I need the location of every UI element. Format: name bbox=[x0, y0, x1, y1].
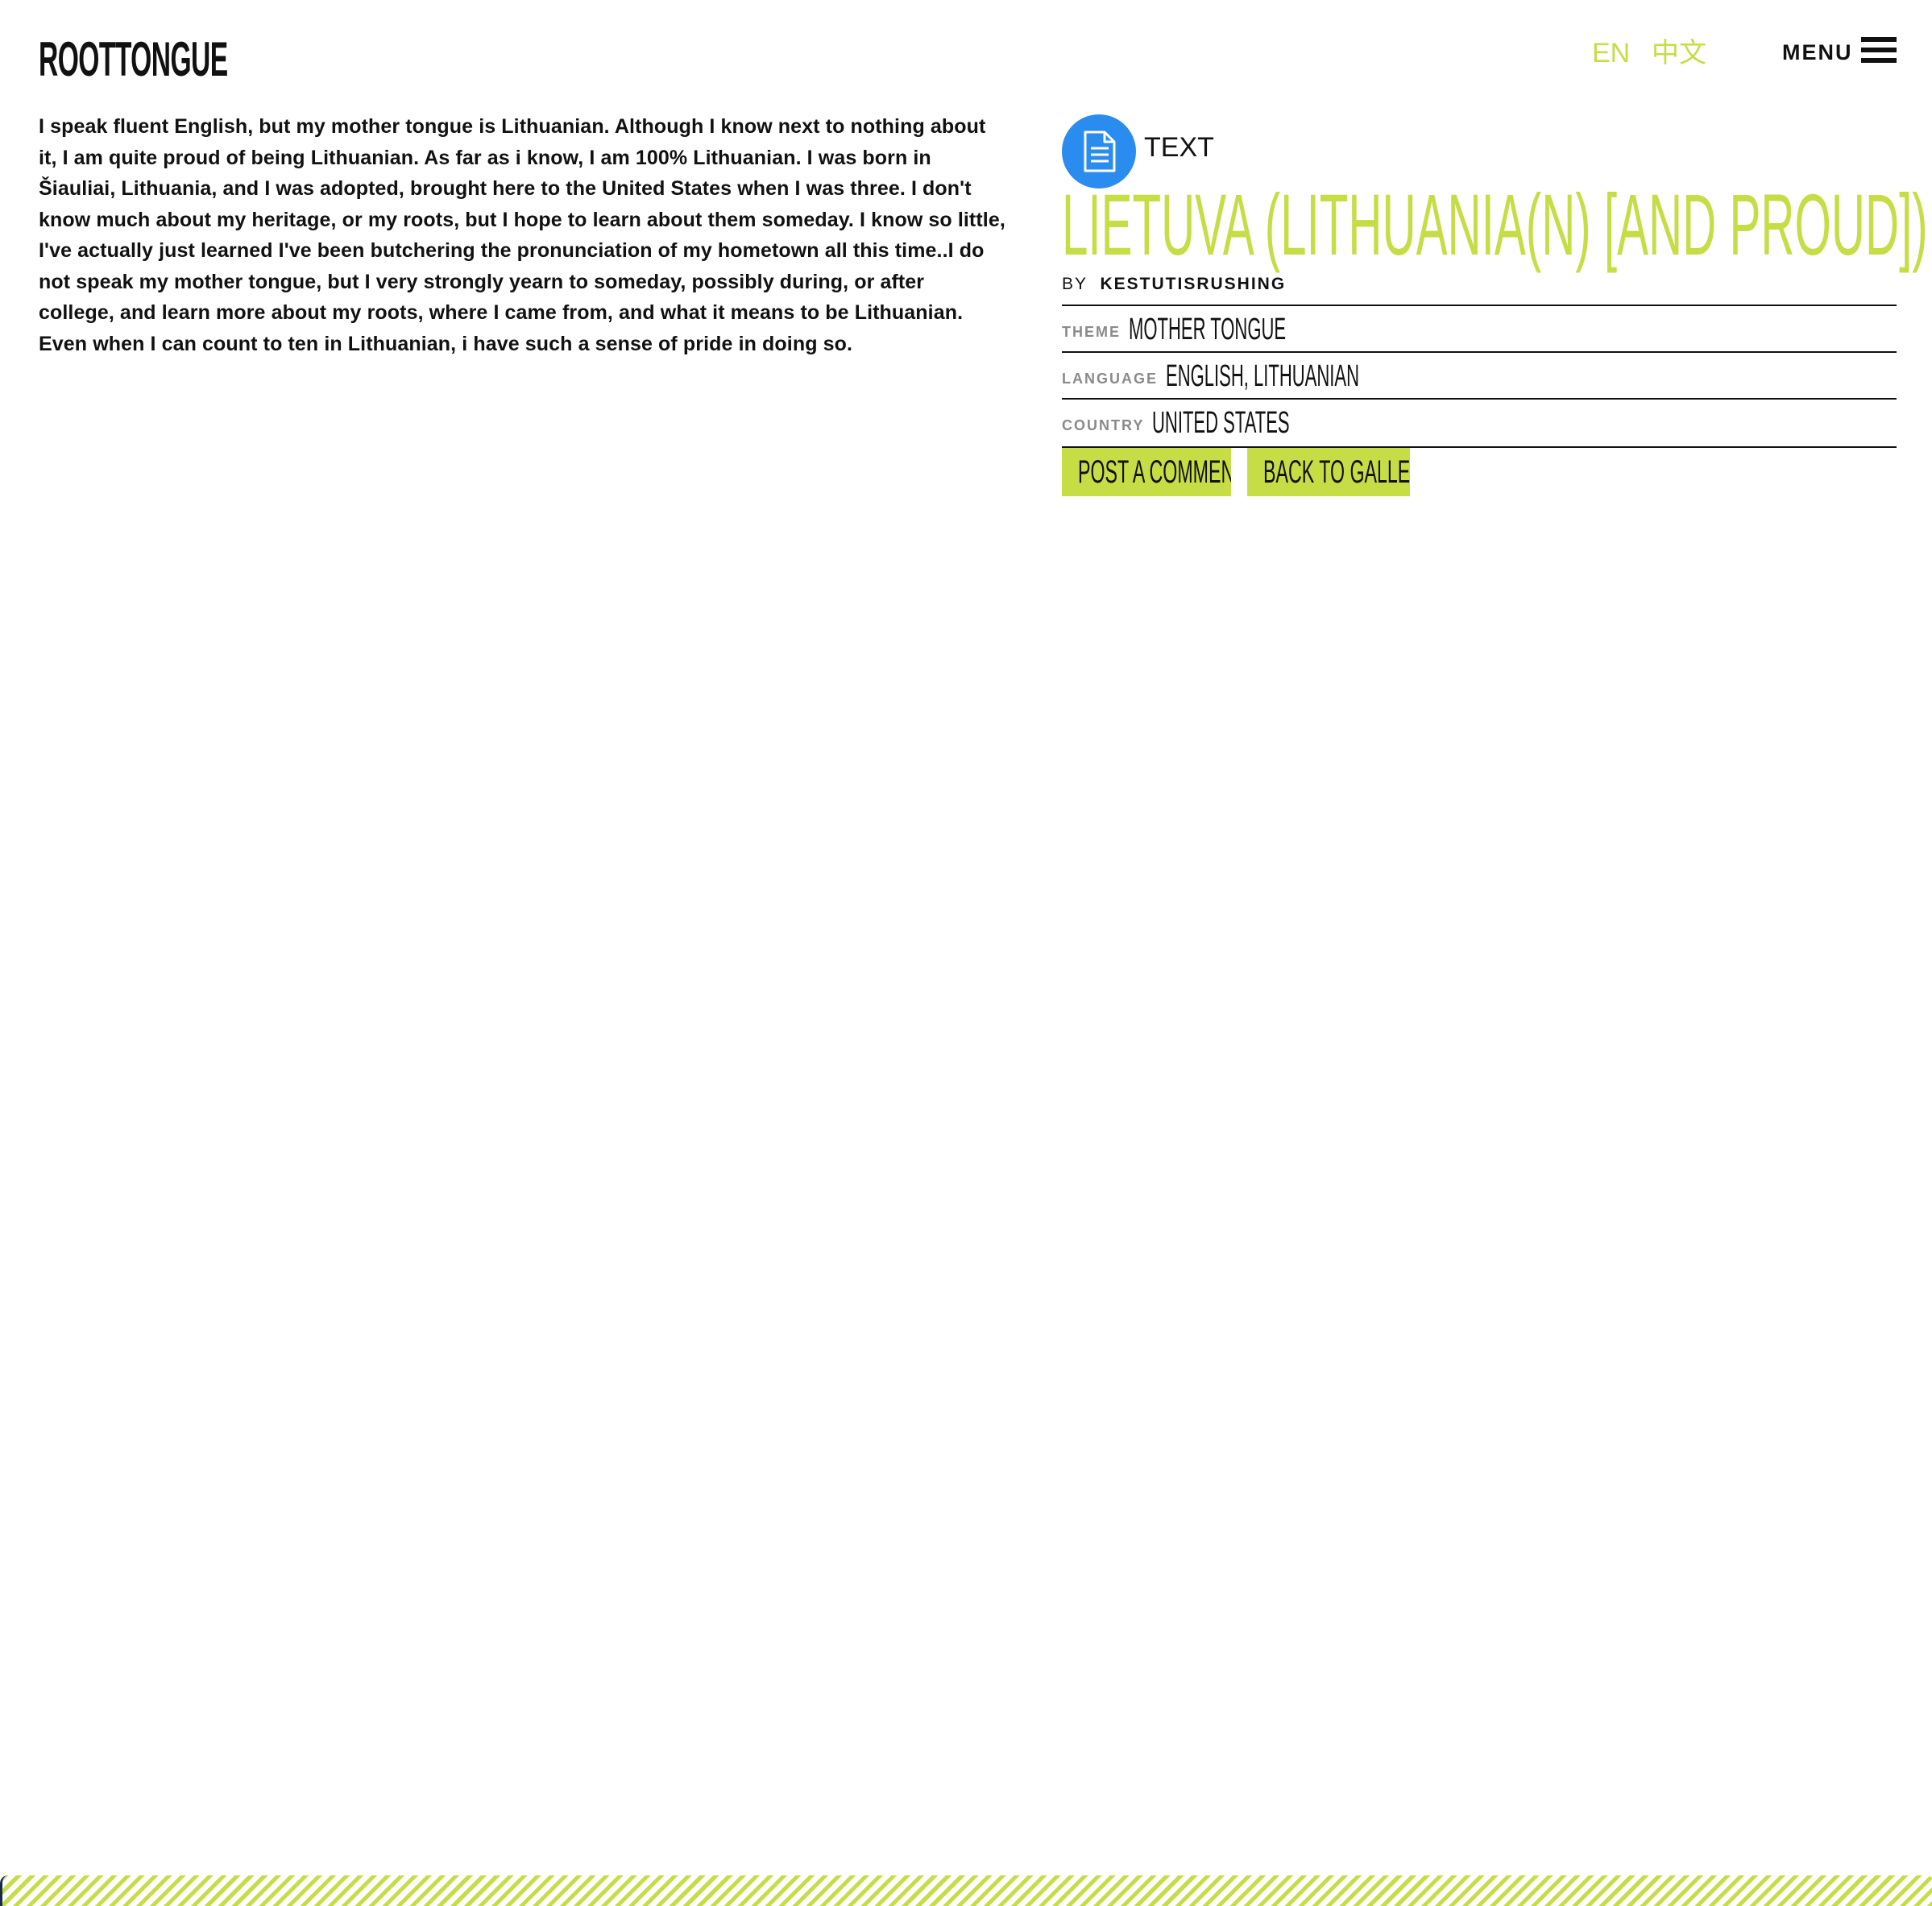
post-comment-button[interactable]: POST A COMMENT bbox=[1062, 448, 1231, 496]
meta-row-theme: THEME MOTHER TONGUE bbox=[1062, 305, 1897, 353]
logo-text: ROOTTONGUE bbox=[39, 32, 228, 86]
meta-label-country: COUNTRY bbox=[1062, 417, 1145, 433]
meta-value-language[interactable]: ENGLISH, LITHUANIAN bbox=[1166, 360, 1359, 392]
back-to-gallery-button[interactable]: BACK TO GALLERY bbox=[1247, 448, 1410, 496]
back-to-gallery-button-label: BACK TO GALLERY bbox=[1263, 454, 1410, 490]
site-logo[interactable]: ROOTTONGUE bbox=[39, 32, 376, 86]
story-body: I speak fluent English, but my mother to… bbox=[39, 115, 1005, 355]
author-link[interactable]: KESTUTISRUSHING bbox=[1100, 275, 1286, 293]
post-comment-button-label: POST A COMMENT bbox=[1078, 454, 1231, 490]
meta-row-language: LANGUAGE ENGLISH, LITHUANIAN bbox=[1062, 351, 1897, 400]
footer-stripe-decoration bbox=[0, 1875, 1932, 1906]
meta-value-country[interactable]: UNITED STATES bbox=[1152, 407, 1290, 439]
entry-title: LIETUVA (LITHUANIA(N) [AND PROUD]) bbox=[1062, 176, 1928, 273]
meta-row-country: COUNTRY UNITED STATES bbox=[1062, 398, 1897, 448]
meta-value-theme[interactable]: MOTHER TONGUE bbox=[1129, 313, 1286, 346]
entry-type-label: TEXT bbox=[1144, 132, 1214, 163]
byline: BY KESTUTISRUSHING bbox=[1062, 272, 1286, 296]
language-option-zh[interactable]: 中文 bbox=[1652, 35, 1706, 71]
entry-title-container: LIETUVA (LITHUANIA(N) [AND PROUD]) bbox=[1062, 181, 1928, 268]
meta-label-language: LANGUAGE bbox=[1062, 371, 1158, 387]
by-label: BY bbox=[1062, 275, 1088, 293]
hamburger-menu-icon[interactable] bbox=[1861, 37, 1897, 63]
meta-label-theme: THEME bbox=[1062, 324, 1121, 340]
language-option-en[interactable]: EN bbox=[1592, 35, 1630, 71]
menu-button-label[interactable]: MENU bbox=[1782, 37, 1853, 68]
